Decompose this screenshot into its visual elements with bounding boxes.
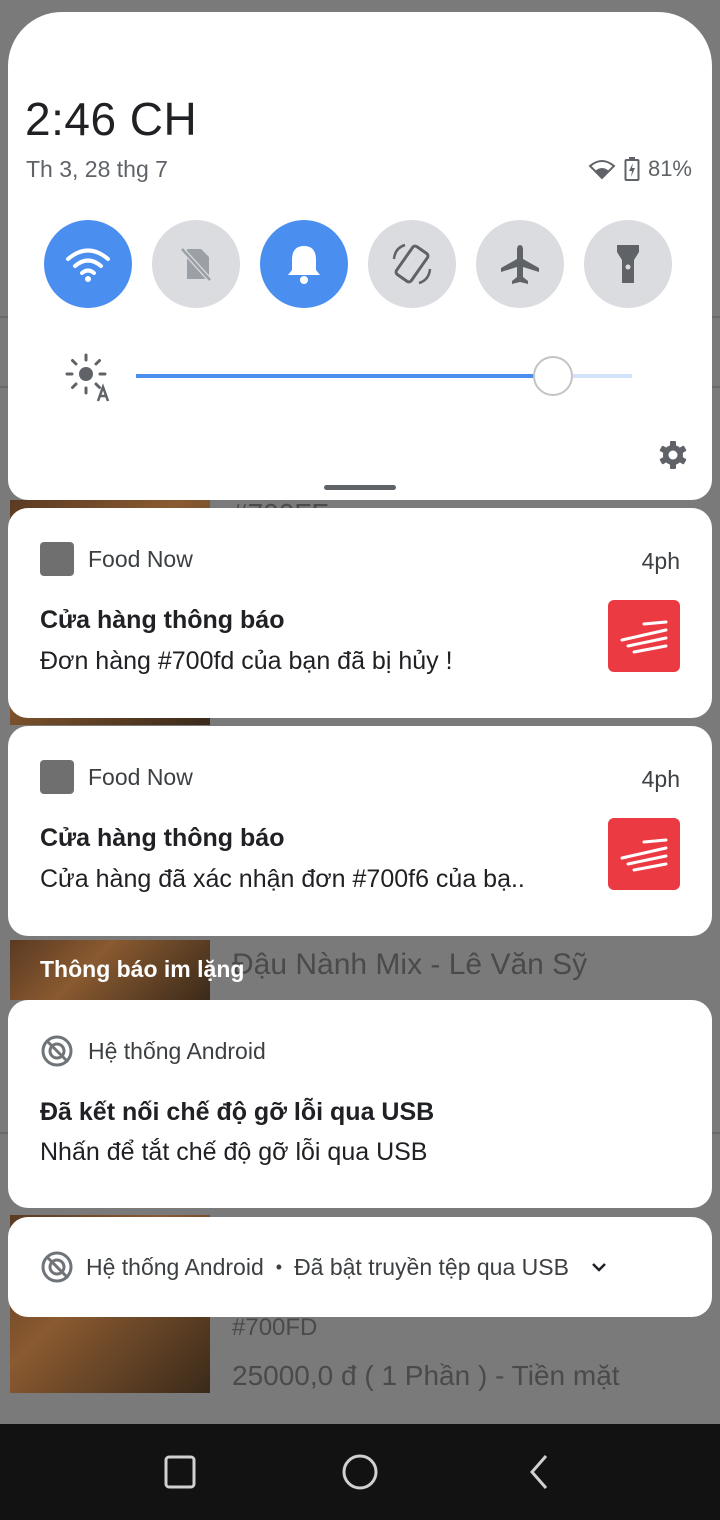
- notification-title: Cửa hàng thông báo: [40, 606, 285, 634]
- tile-flashlight[interactable]: [584, 220, 672, 308]
- notification-body: Nhấn để tắt chế độ gỡ lỗi qua USB: [40, 1138, 428, 1166]
- app-icon: [40, 760, 74, 794]
- battery-icon: [624, 157, 640, 181]
- gear-icon[interactable]: [658, 440, 688, 470]
- date: Th 3, 28 thg 7: [26, 156, 168, 182]
- notification-title: Cửa hàng thông báo: [40, 824, 285, 852]
- notification-app-name: Hệ thống Android: [88, 1037, 266, 1064]
- panel-drag-handle[interactable]: [324, 485, 396, 490]
- tile-wifi[interactable]: [44, 220, 132, 308]
- notification-card-collapsed[interactable]: Hệ thống Android • Đã bật truyền tệp qua…: [8, 1217, 712, 1317]
- tile-auto-rotate[interactable]: [368, 220, 456, 308]
- notification-body: Cửa hàng đã xác nhận đơn #700f6 của bạ..: [40, 865, 525, 893]
- notification-app-row: Food Now: [40, 760, 193, 794]
- tile-sound[interactable]: [260, 220, 348, 308]
- notification-card[interactable]: Food Now 4ph Cửa hàng thông báo Cửa hàng…: [8, 726, 712, 936]
- quick-tiles: [44, 220, 672, 308]
- notification-app-row: Hệ thống Android • Đã bật truyền tệp qua…: [40, 1250, 611, 1284]
- auto-rotate-icon: [392, 243, 432, 285]
- notification-body: Đơn hàng #700fd của bạn đã bị hủy !: [40, 647, 453, 675]
- back-chevron-icon[interactable]: [520, 1452, 560, 1492]
- notification-title: Đã kết nối chế độ gỡ lỗi qua USB: [40, 1098, 435, 1126]
- bell-icon: [288, 246, 320, 284]
- food-now-logo-icon: [620, 838, 668, 872]
- notification-app-row: Hệ thống Android: [40, 1034, 266, 1068]
- clock: 2:46 CH: [25, 93, 198, 145]
- wifi-status-icon: [588, 160, 616, 180]
- chevron-down-icon[interactable]: [587, 1255, 611, 1279]
- auto-brightness-icon: [65, 353, 110, 402]
- brightness-slider-fill: [136, 374, 553, 378]
- brightness-slider-thumb[interactable]: [532, 356, 573, 396]
- bg-shop-name: Đậu Nành Mix - Lê Văn Sỹ: [232, 948, 588, 981]
- notification-separator: •: [275, 1256, 283, 1277]
- sim-off-icon: [180, 247, 212, 282]
- silent-notifications-header: Thông báo im lặng: [40, 956, 245, 982]
- flashlight-icon: [617, 245, 639, 283]
- notification-app-name: Hệ thống Android: [86, 1253, 264, 1280]
- notification-app-row: Food Now: [40, 542, 193, 576]
- recents-square-icon[interactable]: [160, 1452, 200, 1492]
- tile-airplane[interactable]: [476, 220, 564, 308]
- notification-time: 4ph: [641, 766, 680, 792]
- notification-large-icon: [608, 818, 680, 890]
- brightness-slider[interactable]: [136, 356, 632, 396]
- battery-percent: 81%: [647, 156, 692, 181]
- app-icon: [40, 542, 74, 576]
- notification-app-name: Food Now: [88, 545, 193, 572]
- notification-card[interactable]: Food Now 4ph Cửa hàng thông báo Đơn hàng…: [8, 508, 712, 718]
- wifi-icon: [66, 248, 110, 282]
- tile-sim[interactable]: [152, 220, 240, 308]
- android-system-icon: [41, 1251, 73, 1283]
- airplane-icon: [501, 245, 539, 284]
- notification-app-name: Food Now: [88, 763, 193, 790]
- food-now-logo-icon: [620, 620, 668, 654]
- notification-card[interactable]: Hệ thống Android Đã kết nối chế độ gỡ lỗ…: [8, 1000, 712, 1208]
- android-system-icon: [41, 1035, 73, 1067]
- home-circle-icon[interactable]: [340, 1452, 380, 1492]
- notification-summary: Đã bật truyền tệp qua USB: [294, 1253, 569, 1280]
- notification-time: 4ph: [641, 548, 680, 574]
- status-icons: 81%: [588, 156, 692, 182]
- quick-settings-panel: 2:46 CH Th 3, 28 thg 7 81%: [8, 12, 712, 500]
- notification-large-icon: [608, 600, 680, 672]
- bg-order-detail: 25000,0 đ ( 1 Phần ) - Tiền mặt: [232, 1360, 620, 1391]
- bg-order-code: #700FD: [232, 1314, 318, 1341]
- navigation-bar: [0, 1424, 720, 1520]
